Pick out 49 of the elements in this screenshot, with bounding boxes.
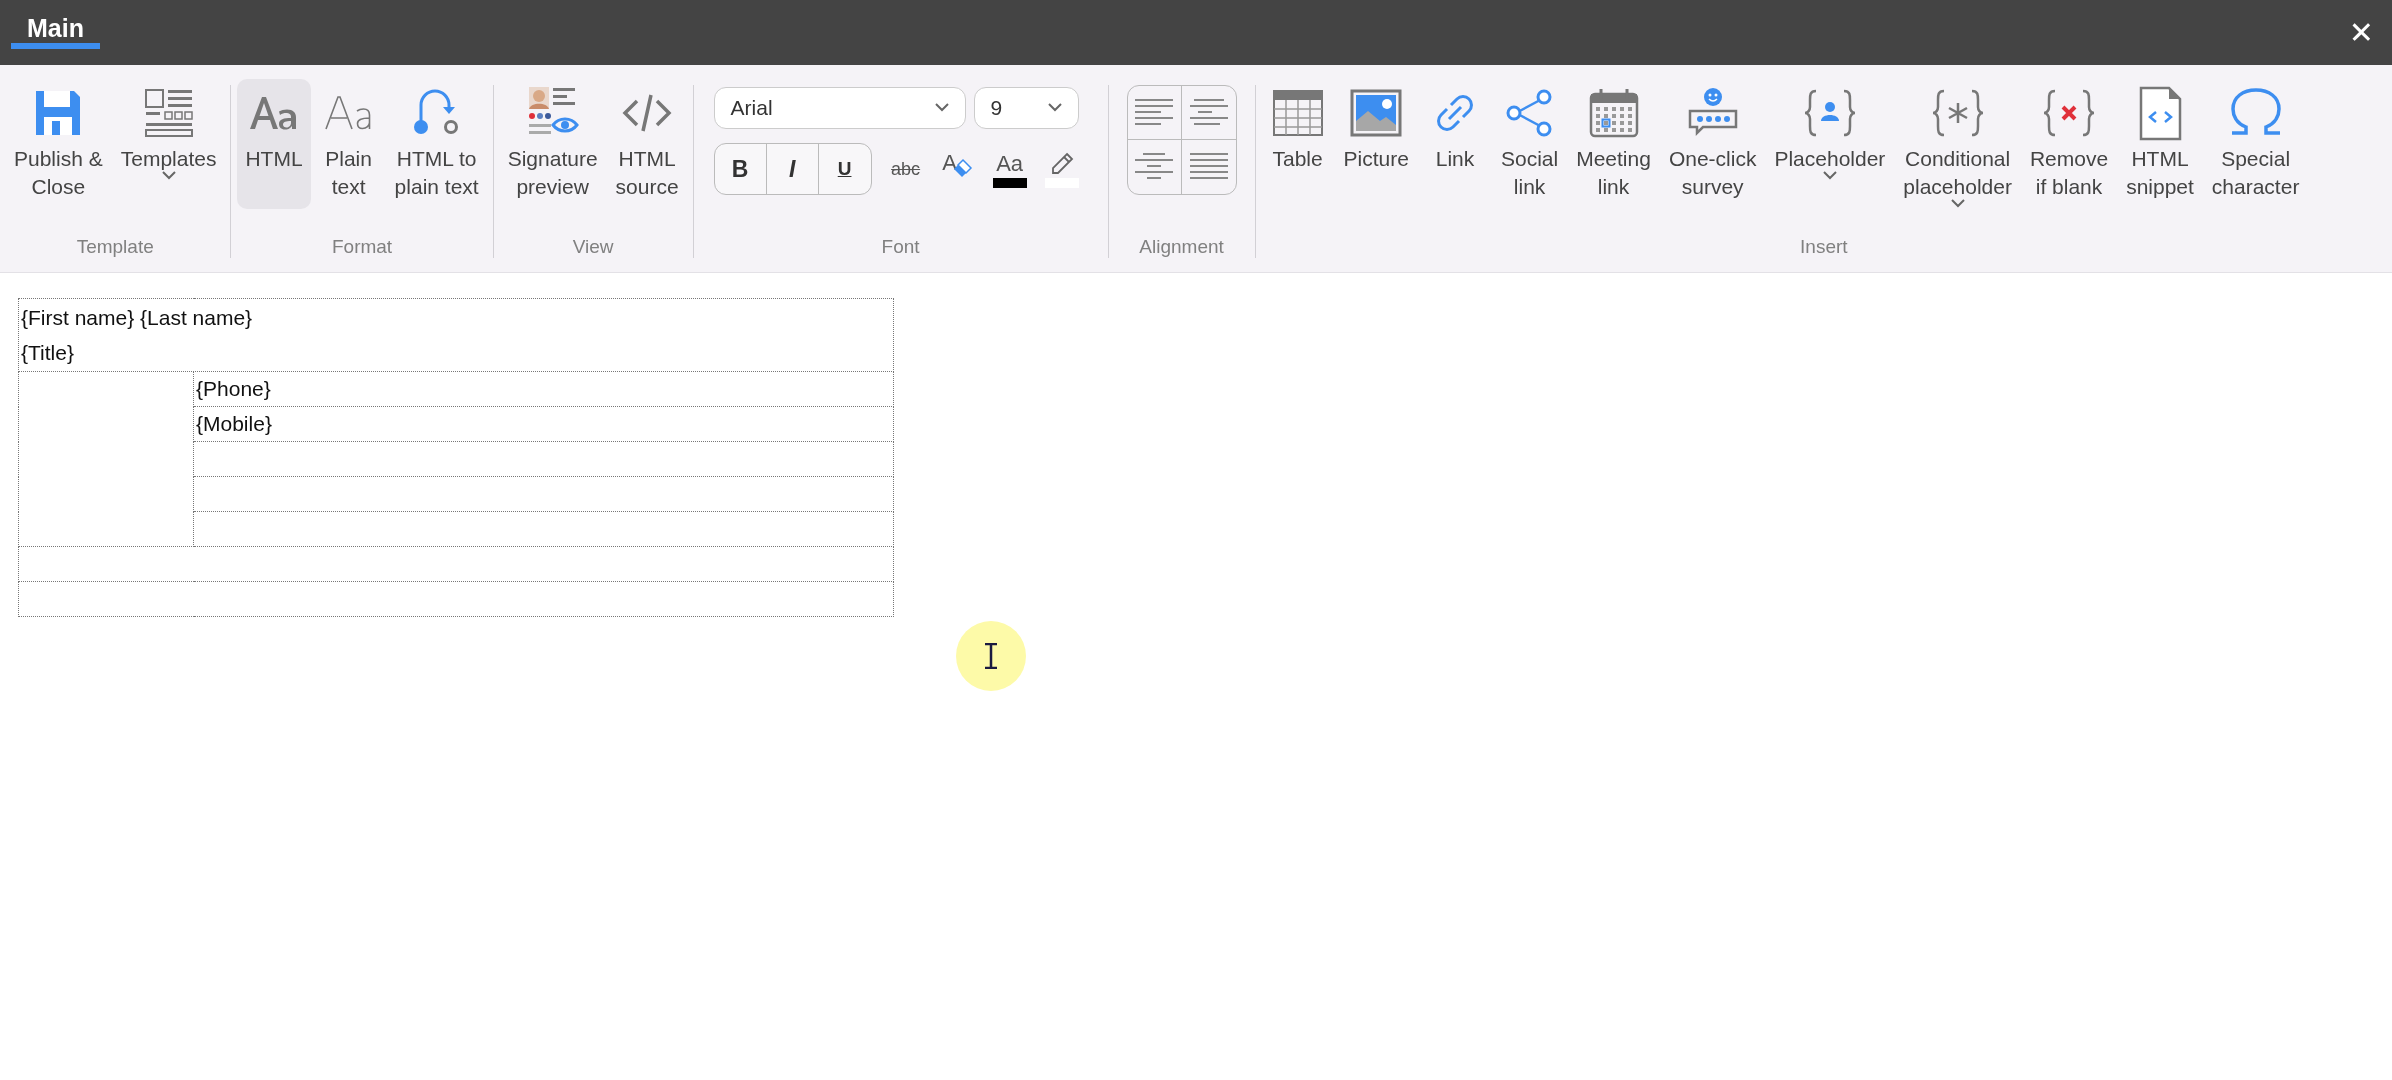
font-size-dropdown[interactable]: 9 (973, 87, 1079, 129)
justify-icon (1189, 152, 1228, 182)
group-label: Insert (1799, 236, 1849, 258)
ribbon-button[interactable]: Special character (2203, 79, 2308, 209)
italic-button[interactable]: I (766, 144, 819, 194)
group-label: Alignment (1138, 236, 1225, 258)
underline-button[interactable]: U (818, 144, 871, 194)
ribbon-button[interactable]: Social link (1492, 79, 1567, 209)
ribbon-button[interactable]: Meeting link (1568, 79, 1659, 209)
ribbon-button[interactable]: Plain text (312, 79, 385, 209)
ribbon-button[interactable]: Table (1261, 79, 1334, 209)
ribbon-tab[interactable]: Main (11, 0, 100, 49)
text-cursor-icon (984, 643, 998, 669)
ribbon-button[interactable]: Remove if blank (2021, 79, 2117, 209)
ribbon-button[interactable]: HTML to plain text (386, 79, 487, 209)
ribbon-button[interactable]: Publish & Close (6, 79, 111, 209)
caret-icon (1822, 171, 1837, 180)
ribbon-button[interactable]: Link (1418, 79, 1491, 209)
ribbon-button[interactable]: Templates (112, 79, 225, 209)
align-left-icon (1135, 97, 1174, 128)
ribbon-button[interactable]: HTML (237, 79, 311, 209)
group-label: Font (880, 236, 921, 258)
placeholder-text: {Title} (21, 340, 75, 366)
ribbon-button[interactable]: Placeholder (1766, 79, 1894, 209)
table-cell: {Phone} (193, 371, 894, 407)
ribbon-button[interactable]: Conditional placeholder (1895, 79, 2020, 212)
clear-format-button[interactable]: A (931, 144, 984, 194)
placeholder-text: {First name} {Last name} (21, 305, 254, 331)
caret-icon (161, 171, 176, 180)
align-center-icon (1189, 97, 1228, 128)
group-label: Template (75, 236, 155, 258)
chevron-icon (934, 102, 949, 112)
align-right-icon (1135, 152, 1174, 182)
caret-icon (1950, 199, 1965, 208)
font-family-dropdown[interactable]: Arial (713, 87, 966, 129)
ribbon-button[interactable]: HTML source (607, 79, 687, 209)
ribbon-button[interactable]: Signature preview (499, 79, 606, 209)
strikethrough-button[interactable]: abc (879, 144, 932, 194)
bold-button[interactable]: B (714, 144, 767, 194)
table-cell: {Mobile} (193, 406, 894, 442)
ribbon-button[interactable]: HTML snippet (2118, 79, 2202, 209)
group-label: View (571, 236, 615, 258)
ribbon-button[interactable]: Picture (1335, 79, 1417, 209)
alignment-button[interactable] (1127, 86, 1182, 140)
chevron-icon (1047, 102, 1062, 112)
font-color-button[interactable]: Aa (983, 144, 1036, 194)
ribbon-button[interactable]: One-click survey (1660, 79, 1765, 209)
group-label: Format (330, 236, 394, 258)
close-button[interactable]: ✕ (2330, 0, 2392, 65)
